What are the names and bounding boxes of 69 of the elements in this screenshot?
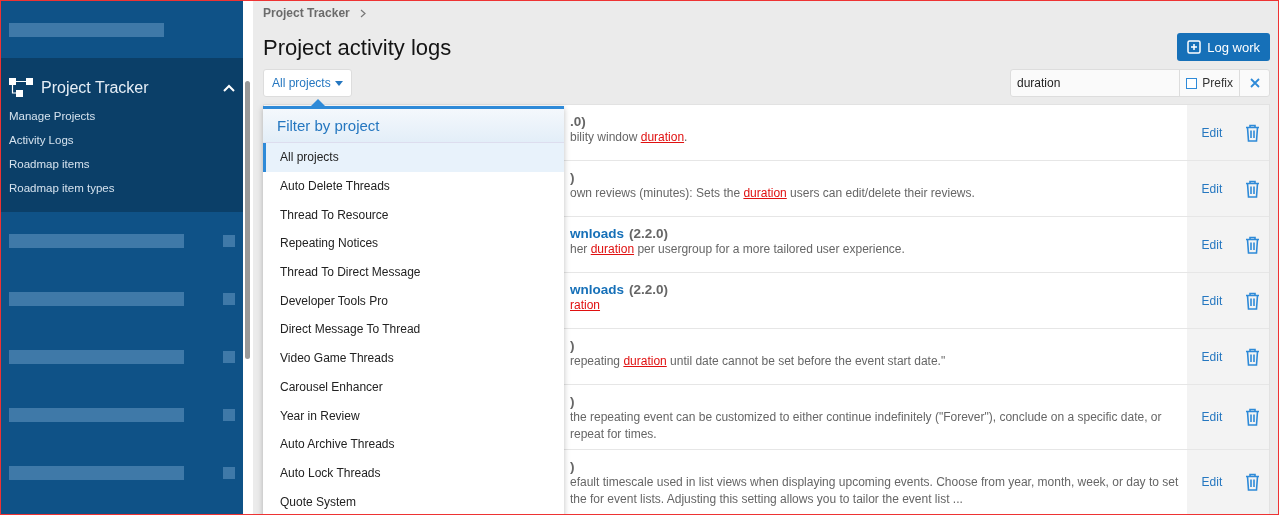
edit-link[interactable]: Edit [1195,409,1229,425]
entry-description: efault timescale used in list views when displaying upcoming events. Choose from year, month, week, or day to set the for event lists. Adjusting this setting allows you to tailor the event list ... [570,474,1179,508]
sidebar-link[interactable]: Manage Projects [1,104,243,128]
entry-version: ) [570,459,575,474]
project-option[interactable]: Auto Archive Threads [263,429,564,459]
entry-description: repeating duration until date cannot be set before the event start date." [570,353,947,370]
entry-version: ) [570,338,575,353]
close-icon [1249,78,1260,88]
blurred-icon [223,409,235,421]
entry-description: ration [570,297,602,314]
entry-description: her duration per usergroup for a more tailored user experience. [570,241,906,258]
blurred-icon [223,467,235,479]
project-filter-dropdown[interactable]: All projects [263,69,352,97]
page-title: Project activity logs [263,35,452,61]
trash-icon[interactable] [1245,179,1261,198]
project-option[interactable]: Auto Lock Threads [263,458,564,488]
chevron-right-icon [359,8,366,18]
project-option[interactable]: Developer Tools Pro [263,286,564,316]
entry-description: bility window duration. [570,129,689,146]
edit-link[interactable]: Edit [1195,180,1229,197]
edit-link[interactable]: Edit [1195,474,1229,490]
entry-title-link[interactable]: wnloads [570,226,624,241]
edit-link[interactable]: Edit [1195,348,1229,365]
entry-version: ) [570,170,575,185]
plus-square-icon [1187,40,1202,54]
dropdown-title: Filter by project [263,109,564,143]
trash-icon[interactable] [1245,291,1261,310]
sidebar-link[interactable]: Roadmap items [1,152,243,176]
entry-version: ) [570,394,575,409]
project-option[interactable]: Auto Delete Threads [263,171,564,201]
entry-version: .0) [570,114,586,129]
breadcrumb-link[interactable]: Project Tracker [263,6,350,20]
caret-icon [334,80,343,86]
project-option[interactable]: Quote System [263,487,564,514]
entry-description: own reviews (minutes): Sets the duration users can edit/delete their reviews. [570,185,976,202]
log-work-button[interactable]: Log work [1177,33,1270,61]
entry-title-link[interactable]: wnloads [570,282,624,297]
project-option[interactable]: Carousel Enhancer [263,372,564,402]
entry-version: (2.2.0) [629,226,669,241]
project-option[interactable]: All projects [263,143,564,172]
sidebar-link[interactable]: Roadmap item types [1,176,243,200]
project-option[interactable]: Thread To Direct Message [263,257,564,287]
project-option[interactable]: Thread To Resource [263,200,564,230]
project-option[interactable]: Year in Review [263,401,564,430]
prefix-label: Prefix [1202,76,1233,90]
blurred-icon [223,293,235,305]
project-option[interactable]: Video Game Threads [263,343,564,373]
edit-link[interactable]: Edit [1195,236,1229,253]
section-title[interactable]: Project Tracker [41,79,215,97]
blurred-icon [223,351,235,363]
prefix-checkbox[interactable] [1186,77,1198,89]
entry-description: the repeating event can be customized to either continue indefinitely ("Forever"), conclude on a specific date, or repeat for times. [570,409,1163,443]
scrollbar-thumb[interactable] [245,81,250,359]
chevron-up-icon[interactable] [223,84,235,92]
edit-link[interactable]: Edit [1195,124,1229,141]
trash-icon[interactable] [1245,235,1261,254]
trash-icon[interactable] [1245,347,1261,366]
edit-link[interactable]: Edit [1195,292,1229,309]
trash-icon[interactable] [1245,408,1261,426]
project-option[interactable]: Direct Message To Thread [263,315,564,344]
trash-icon[interactable] [1245,473,1261,491]
search-field[interactable]: duration [1011,70,1180,96]
blurred-icon [223,235,235,247]
hierarchy-icon [9,78,33,98]
trash-icon[interactable] [1245,123,1261,142]
project-option[interactable]: Repeating Notices [263,229,564,258]
sidebar-link[interactable]: Activity Logs [1,128,243,152]
search-bar[interactable]: duration Prefix [1010,69,1270,97]
entry-version: (2.2.0) [629,282,669,297]
